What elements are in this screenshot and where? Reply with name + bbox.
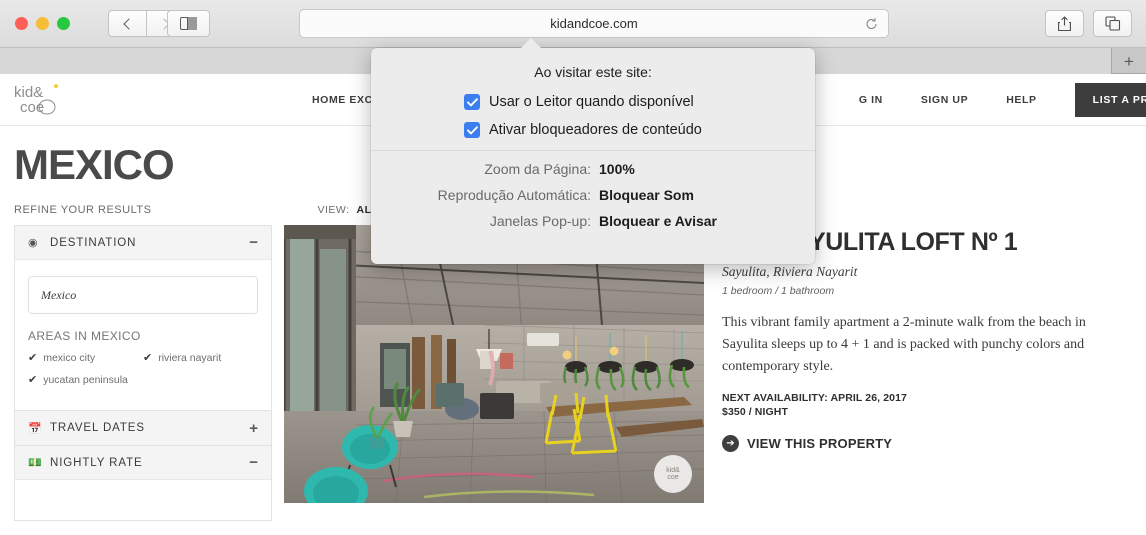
collapse-toggle-travel-dates[interactable]: + [249, 421, 258, 436]
popup-checkbox-reader[interactable]: Usar o Leitor quando disponível [371, 94, 815, 110]
area-label: mexico city [43, 351, 96, 364]
arrow-right-circle-icon: ➔ [722, 435, 739, 453]
checkmark-icon: ✔ [28, 352, 38, 364]
popup-row-autoplay: Reprodução Automática: Bloquear Som [371, 187, 815, 203]
destination-input[interactable] [28, 276, 258, 314]
autoplay-label: Reprodução Automática: [437, 187, 591, 203]
filter-section-travel-dates: 📅 TRAVEL DATES + [14, 410, 272, 445]
svg-text:coe: coe [20, 99, 44, 116]
popup-heading: Ao visitar este site: [534, 64, 652, 80]
new-tab-button[interactable]: + [1112, 48, 1146, 74]
property-photo[interactable]: kid& coe [284, 225, 704, 503]
checkbox-label-reader: Usar o Leitor quando disponível [489, 94, 694, 110]
area-checkbox-mexico-city[interactable]: ✔ mexico city [28, 351, 143, 365]
minimize-window-button[interactable] [36, 17, 49, 30]
areas-label: AREAS IN MEXICO [28, 329, 141, 343]
popup-windows-value[interactable]: Bloquear e Avisar [599, 213, 717, 229]
collapse-toggle-destination[interactable]: − [249, 235, 258, 250]
filter-body-destination: AREAS IN MEXICO ✔ mexico city ✔ riviera … [15, 260, 271, 410]
reload-icon[interactable] [865, 17, 878, 30]
page-zoom-value[interactable]: 100% [599, 161, 635, 177]
kidandcoe-logo[interactable]: kid& coe [12, 81, 68, 119]
filter-title-nightly-rate: NIGHTLY RATE [50, 456, 143, 469]
window-controls [15, 17, 70, 30]
maximize-window-button[interactable] [57, 17, 70, 30]
tab-overview-icon [1104, 16, 1120, 31]
close-window-button[interactable] [15, 17, 28, 30]
chevron-left-icon [123, 17, 135, 30]
page-zoom-label: Zoom da Página: [484, 161, 591, 177]
property-availability: NEXT AVAILABILITY: APRIL 26, 2017 [722, 392, 907, 405]
url-text: kidandcoe.com [550, 16, 638, 31]
tab-overview-button[interactable] [1093, 10, 1132, 37]
back-button[interactable] [108, 10, 146, 37]
filter-title-destination: DESTINATION [50, 236, 137, 249]
filter-section-nightly-rate: 💵 NIGHTLY RATE − [14, 445, 272, 521]
nav-item-help[interactable]: HELP [1006, 94, 1036, 106]
area-checkbox-riviera-nayarit[interactable]: ✔ riviera nayarit [143, 351, 258, 365]
watermark-line-1: kid& [666, 466, 680, 474]
page-body: ◉ DESTINATION − AREAS IN MEXICO ✔ mexico… [0, 225, 1146, 521]
view-property-label: VIEW THIS PROPERTY [747, 436, 893, 452]
nav-item-log-in[interactable]: G IN [859, 94, 883, 106]
checkbox-checked-icon[interactable] [464, 122, 480, 138]
toolbar-right-buttons [1045, 10, 1132, 37]
checkmark-icon: ✔ [28, 374, 38, 386]
filter-header-destination[interactable]: ◉ DESTINATION − [15, 226, 271, 260]
area-checkbox-yucatan-peninsula[interactable]: ✔ yucatan peninsula [28, 373, 143, 387]
filter-header-travel-dates[interactable]: 📅 TRAVEL DATES + [15, 411, 271, 445]
popup-settings-list: Zoom da Página: 100% Reprodução Automáti… [371, 151, 815, 229]
share-icon [1058, 15, 1071, 31]
area-label: yucatan peninsula [43, 373, 128, 386]
collapse-toggle-nightly-rate[interactable]: − [249, 455, 258, 470]
filter-title-travel-dates: TRAVEL DATES [50, 422, 145, 434]
view-label: VIEW: [317, 204, 350, 216]
sidebar-toggle-button[interactable] [167, 10, 210, 37]
popup-checkbox-content-blockers[interactable]: Ativar bloqueadores de conteúdo [371, 122, 815, 138]
filter-header-nightly-rate[interactable]: 💵 NIGHTLY RATE − [15, 446, 271, 480]
property-price: $350 / NIGHT [722, 406, 788, 419]
property-listing: kid& coe THE SAYULITA LOFT Nº 1 Sayulita… [284, 225, 1146, 521]
autoplay-value[interactable]: Bloquear Som [599, 187, 694, 203]
property-description: This vibrant family apartment a 2-minute… [722, 315, 1086, 374]
filter-sidebar: ◉ DESTINATION − AREAS IN MEXICO ✔ mexico… [14, 225, 272, 521]
browser-toolbar: kidandcoe.com [0, 0, 1146, 48]
popup-row-popups: Janelas Pop-up: Bloquear e Avisar [371, 213, 815, 229]
sidebar-toggle-icon [180, 16, 198, 31]
address-bar[interactable]: kidandcoe.com [299, 9, 889, 38]
area-label: riviera nayarit [158, 351, 222, 364]
filter-section-destination: ◉ DESTINATION − AREAS IN MEXICO ✔ mexico… [14, 225, 272, 410]
site-settings-popup: Ao visitar este site: Usar o Leitor quan… [371, 48, 815, 264]
filter-body-nightly-rate [15, 480, 271, 520]
watermark-line-2: coe [667, 474, 679, 481]
property-rooms: 1 bedroom / 1 bathroom [722, 285, 835, 298]
view-property-link[interactable]: ➔ VIEW THIS PROPERTY [722, 435, 1122, 453]
checkbox-checked-icon[interactable] [464, 94, 480, 110]
globe-icon: ◉ [28, 237, 38, 249]
money-icon: 💵 [28, 457, 42, 469]
checkmark-icon: ✔ [143, 352, 153, 364]
popup-pointer-arrow [520, 38, 542, 49]
checkbox-label-content-blockers: Ativar bloqueadores de conteúdo [489, 122, 702, 138]
nav-item-home-exchange[interactable]: HOME EXC [312, 94, 373, 106]
areas-checkbox-group: ✔ mexico city ✔ riviera nayarit ✔ yucata… [28, 351, 258, 395]
safari-window: kidandcoe.com + kid& coe HOME EXC G IN S… [0, 0, 1146, 535]
photo-watermark: kid& coe [654, 455, 692, 493]
calendar-icon: 📅 [28, 422, 42, 435]
popup-row-page-zoom: Zoom da Página: 100% [371, 161, 815, 177]
property-location: Sayulita, Riviera Nayarit [722, 264, 858, 280]
list-a-property-button[interactable]: LIST A PROPERTY [1074, 83, 1146, 117]
nav-item-sign-up[interactable]: SIGN UP [921, 94, 968, 106]
share-button[interactable] [1045, 10, 1084, 37]
popup-windows-label: Janelas Pop-up: [489, 213, 591, 229]
refine-results-label: REFINE YOUR RESULTS [14, 204, 152, 216]
property-details: THE SAYULITA LOFT Nº 1 Sayulita, Riviera… [722, 225, 1122, 521]
